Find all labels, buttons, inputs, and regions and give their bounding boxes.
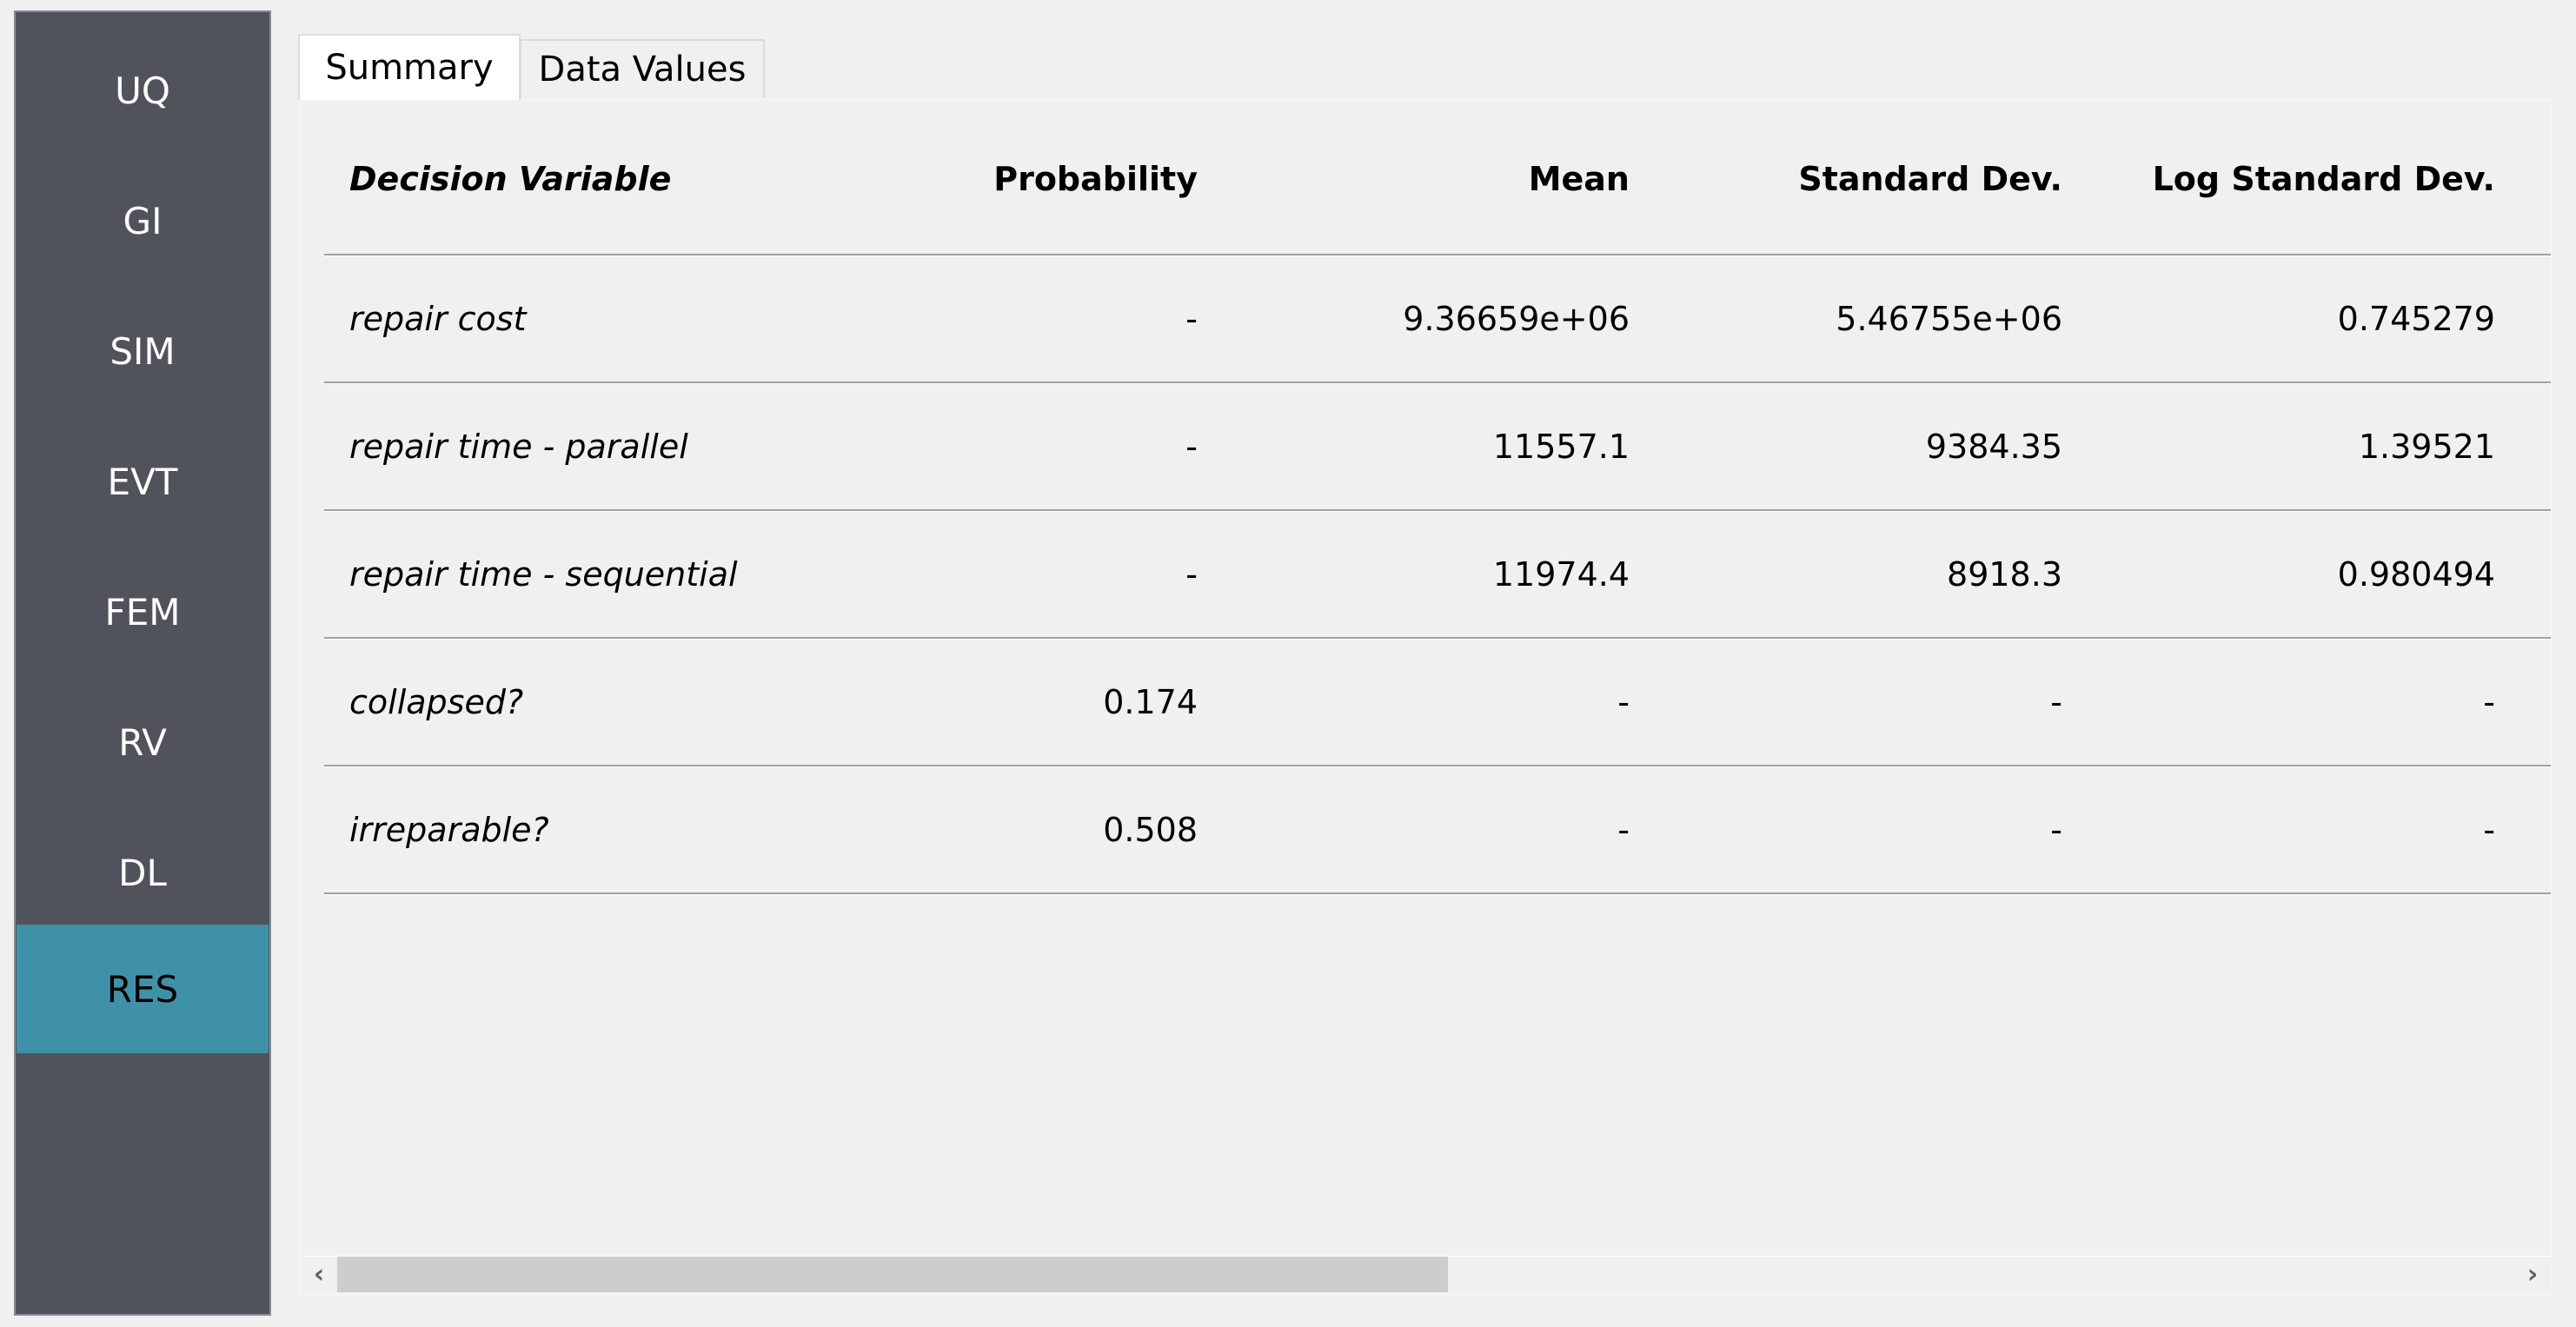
cell-log-standard-dev: 1.39521 bbox=[2358, 427, 2495, 466]
sidebar-item-evt[interactable]: EVT bbox=[16, 416, 269, 547]
cell-decision-variable: repair time - parallel bbox=[349, 427, 688, 466]
cell-standard-dev: - bbox=[2050, 682, 2062, 721]
cell-decision-variable: irreparable? bbox=[349, 810, 549, 849]
sidebar-item-uq[interactable]: UQ bbox=[16, 25, 269, 156]
sidebar-item-fem[interactable]: FEM bbox=[16, 547, 269, 677]
cell-decision-variable: repair time - sequential bbox=[349, 554, 738, 594]
tab-summary[interactable]: Summary bbox=[298, 34, 521, 100]
chevron-left-icon[interactable]: ‹ bbox=[301, 1257, 337, 1292]
cell-probability: - bbox=[1185, 427, 1198, 466]
sidebar-item-label: DL bbox=[118, 851, 167, 894]
tab-data-values[interactable]: Data Values bbox=[520, 39, 765, 98]
header-decision-variable: Decision Variable bbox=[349, 160, 672, 198]
sidebar-item-dl[interactable]: DL bbox=[16, 807, 269, 938]
cell-standard-dev: - bbox=[2050, 810, 2062, 849]
table-header-row: Decision Variable Probability Mean Stand… bbox=[324, 104, 2551, 255]
sidebar-item-gi[interactable]: GI bbox=[16, 156, 269, 286]
horizontal-scrollbar[interactable]: ‹ › bbox=[301, 1256, 2551, 1292]
cell-standard-dev: 5.46755e+06 bbox=[1836, 299, 2062, 338]
sidebar-item-rv[interactable]: RV bbox=[16, 677, 269, 807]
cell-standard-dev: 8918.3 bbox=[1947, 554, 2062, 594]
header-mean: Mean bbox=[1528, 160, 1630, 198]
sidebar-item-label: EVT bbox=[107, 460, 178, 503]
sidebar-item-label: RV bbox=[118, 720, 167, 764]
cell-mean: 11974.4 bbox=[1492, 554, 1630, 594]
cell-mean: - bbox=[1617, 682, 1630, 721]
sidebar-item-label: RES bbox=[106, 967, 179, 1011]
table-row: irreparable? 0.508 - - - bbox=[324, 766, 2551, 894]
sidebar-item-sim[interactable]: SIM bbox=[16, 286, 269, 416]
cell-mean: 11557.1 bbox=[1492, 427, 1630, 466]
cell-log-standard-dev: 0.745279 bbox=[2337, 299, 2495, 338]
cell-log-standard-dev: - bbox=[2483, 682, 2495, 721]
cell-decision-variable: collapsed? bbox=[349, 682, 524, 721]
cell-probability: 0.508 bbox=[1103, 810, 1198, 849]
sidebar-item-label: FEM bbox=[104, 590, 181, 634]
header-log-standard-dev: Log Standard Dev. bbox=[2152, 160, 2495, 198]
header-probability: Probability bbox=[993, 160, 1198, 198]
table-row: collapsed? 0.174 - - - bbox=[324, 639, 2551, 766]
sidebar-item-label: UQ bbox=[115, 69, 170, 112]
table-row: repair time - sequential - 11974.4 8918.… bbox=[324, 511, 2551, 639]
cell-mean: - bbox=[1617, 810, 1630, 849]
cell-probability: - bbox=[1185, 554, 1198, 594]
cell-log-standard-dev: - bbox=[2483, 810, 2495, 849]
cell-probability: - bbox=[1185, 299, 1198, 338]
sidebar-item-label: SIM bbox=[110, 329, 176, 373]
header-standard-dev: Standard Dev. bbox=[1798, 160, 2062, 198]
cell-log-standard-dev: 0.980494 bbox=[2337, 554, 2495, 594]
table-row: repair time - parallel - 11557.1 9384.35… bbox=[324, 383, 2551, 511]
cell-decision-variable: repair cost bbox=[349, 299, 527, 338]
sidebar-item-res[interactable]: RES bbox=[17, 925, 269, 1053]
sidebar-nav: UQ GI SIM EVT FEM RV DL RES bbox=[14, 10, 271, 1316]
sidebar-item-label: GI bbox=[123, 199, 163, 242]
cell-standard-dev: 9384.35 bbox=[1925, 427, 2062, 466]
cell-probability: 0.174 bbox=[1103, 682, 1198, 721]
chevron-right-icon[interactable]: › bbox=[2514, 1257, 2551, 1292]
cell-mean: 9.36659e+06 bbox=[1403, 299, 1630, 338]
scrollbar-handle[interactable] bbox=[337, 1257, 1448, 1292]
tab-label: Summary bbox=[325, 48, 494, 88]
tab-label: Data Values bbox=[538, 50, 747, 90]
table-row: repair cost - 9.36659e+06 5.46755e+06 0.… bbox=[324, 255, 2551, 383]
results-table: Decision Variable Probability Mean Stand… bbox=[324, 104, 2551, 894]
